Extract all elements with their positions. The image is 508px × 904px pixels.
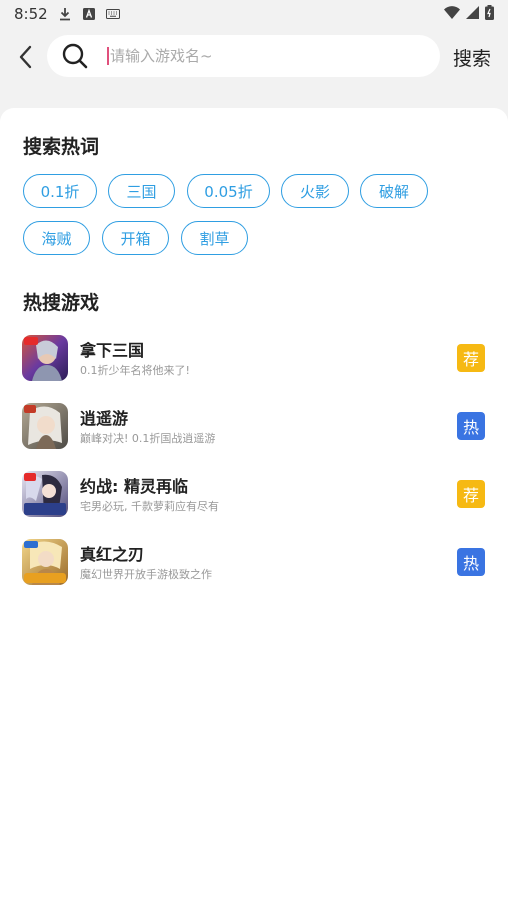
game-name: 拿下三国 [80,341,145,360]
text-cursor [107,47,109,65]
status-right [444,4,494,24]
recommend-badge: 荐 [457,480,485,508]
hot-games-title: 热搜游戏 [23,292,100,314]
status-left: 8:52 [14,5,120,23]
game-description: 宅男必玩, 千款萝莉应有尽有 [80,500,219,513]
game-list-item[interactable]: 约战: 精灵再临 宅男必玩, 千款萝莉应有尽有 荐 [0,471,508,519]
game-list-item[interactable]: 拿下三国 0.1折少年名将他来了! 荐 [0,335,508,383]
hot-word-tag[interactable]: 0.05折 [187,174,270,208]
hot-word-tag[interactable]: 0.1折 [23,174,97,208]
hot-word-tag[interactable]: 火影 [281,174,349,208]
wifi-icon [444,5,460,23]
game-icon [22,471,68,517]
content-panel: 搜索热词 0.1折 三国 0.05折 火影 破解 海贼 开箱 割草 热搜游戏 拿… [0,108,508,904]
game-list-item[interactable]: 逍遥游 巅峰对决! 0.1折国战逍遥游 热 [0,403,508,451]
status-bar: 8:52 [0,0,508,28]
signal-icon [466,5,479,23]
search-icon [61,42,89,70]
game-description: 魔幻世界开放手游极致之作 [80,568,212,581]
game-name: 约战: 精灵再临 [80,477,188,496]
hot-badge: 热 [457,548,485,576]
keyboard-icon [105,7,120,21]
game-description: 巅峰对决! 0.1折国战逍遥游 [80,432,216,445]
hot-word-tag[interactable]: 割草 [181,221,248,255]
game-list-item[interactable]: 真红之刃 魔幻世界开放手游极致之作 热 [0,539,508,587]
back-button[interactable] [10,40,40,74]
search-input[interactable] [110,47,390,65]
search-header: 搜索 [0,34,508,80]
game-name: 真红之刃 [80,545,145,564]
game-name: 逍遥游 [80,409,129,428]
hot-word-tag[interactable]: 开箱 [102,221,169,255]
search-box[interactable] [47,35,440,77]
game-icon [22,403,68,449]
status-time: 8:52 [14,5,48,23]
hot-words-title: 搜索热词 [23,136,100,158]
download-icon [58,7,72,21]
chevron-left-icon [19,45,32,69]
search-button[interactable]: 搜索 [453,44,491,71]
game-icon [22,335,68,381]
hot-word-tag[interactable]: 破解 [360,174,428,208]
battery-icon [485,4,494,24]
game-icon [22,539,68,585]
hot-word-tag[interactable]: 海贼 [23,221,90,255]
hot-badge: 热 [457,412,485,440]
recommend-badge: 荐 [457,344,485,372]
game-description: 0.1折少年名将他来了! [80,364,190,377]
a-square-icon [82,7,96,21]
hot-word-tag[interactable]: 三国 [108,174,175,208]
